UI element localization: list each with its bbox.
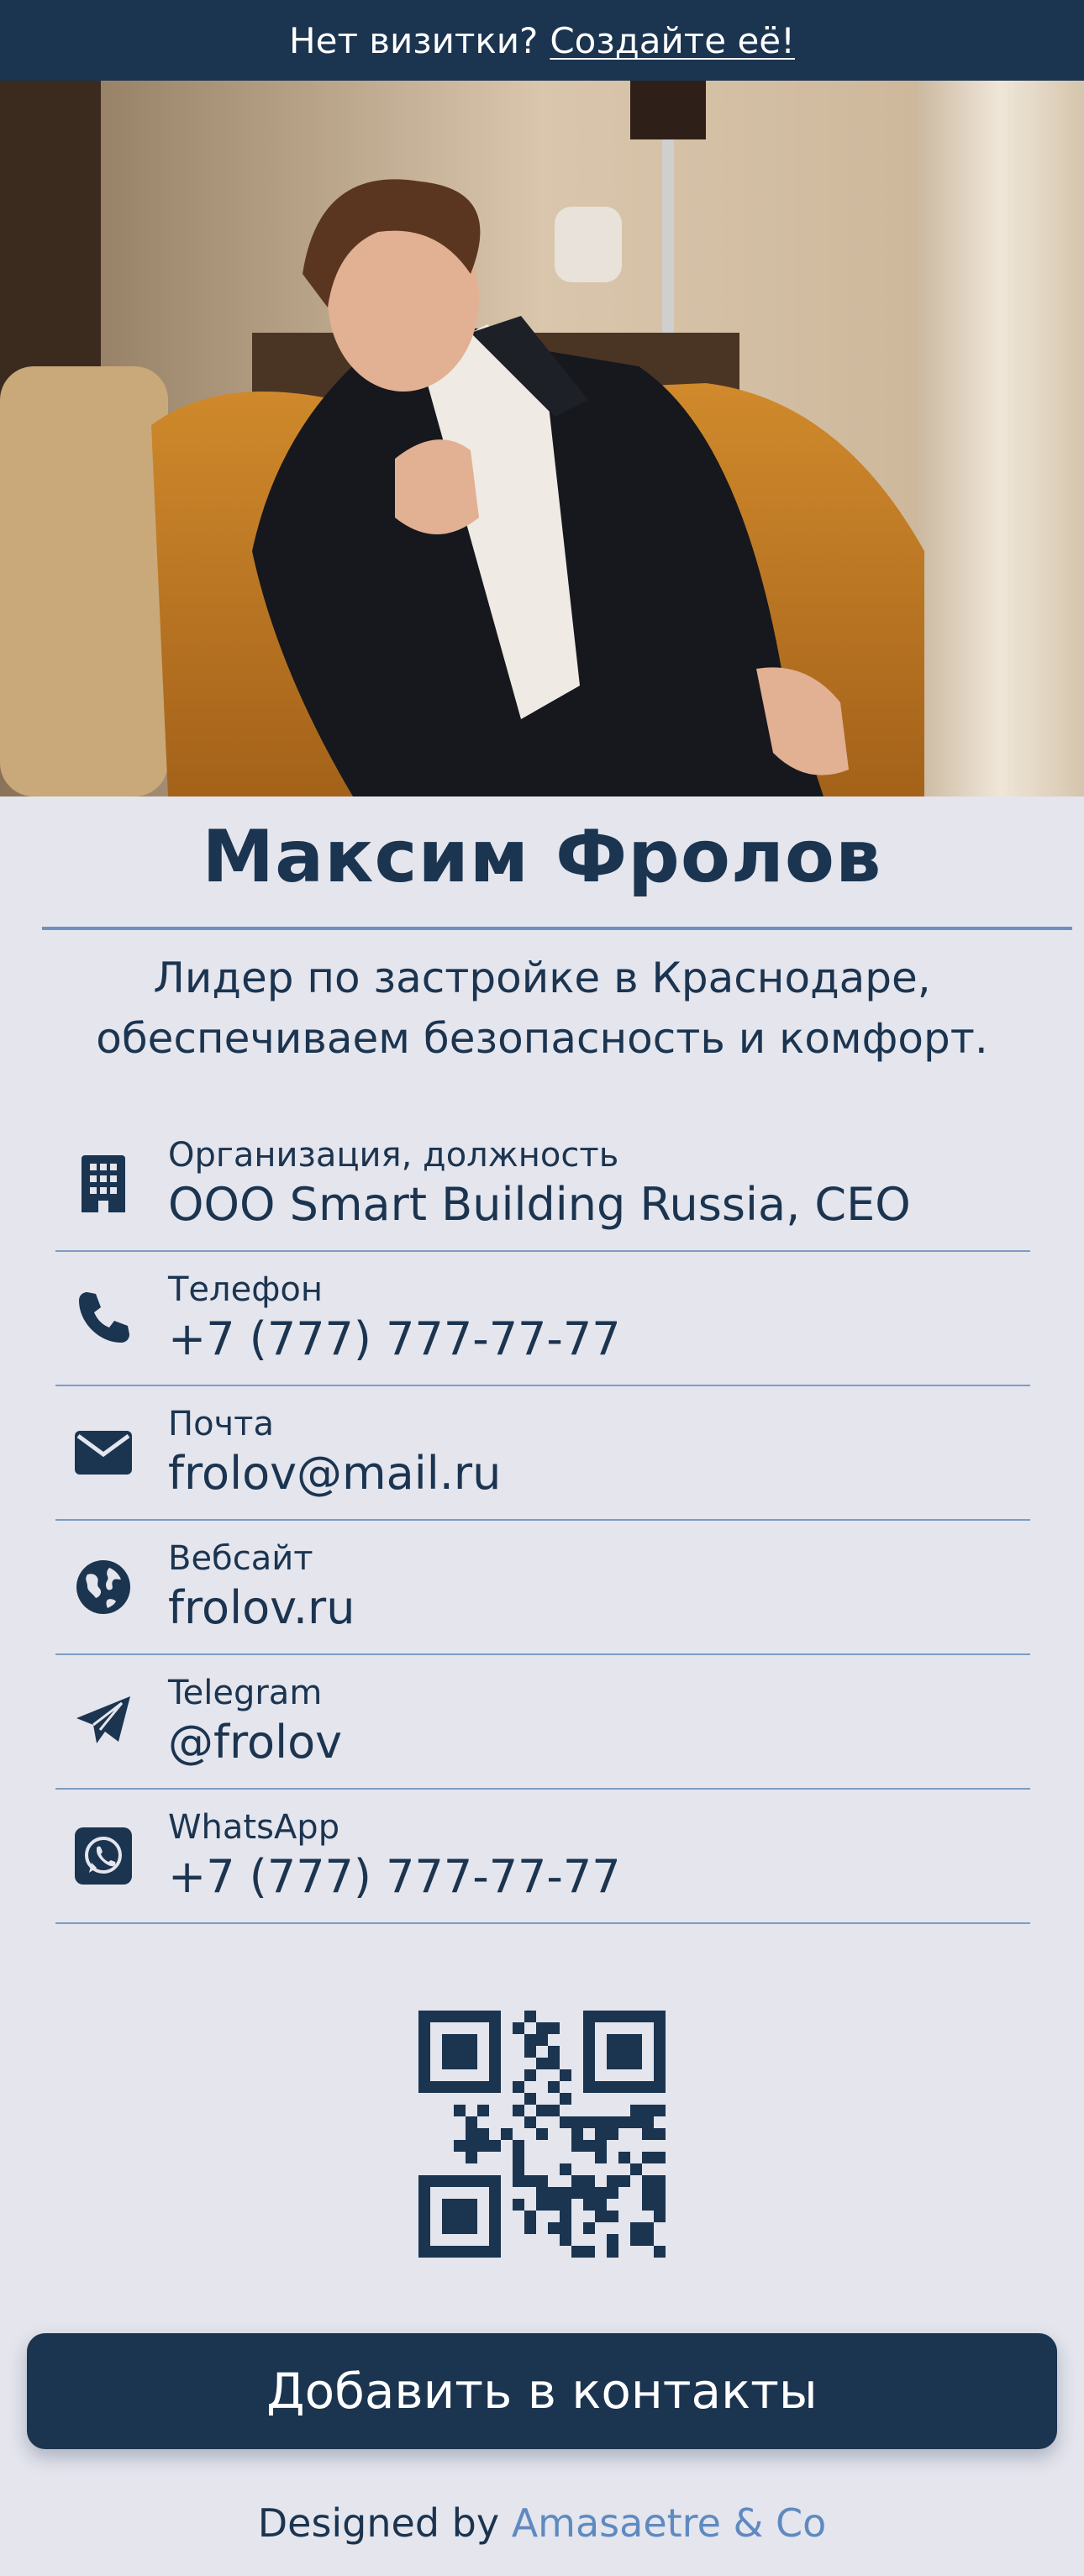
profile-tagline: Лидер по застройке в Краснодаре, обеспеч… [96,954,988,1063]
footer-brand-link[interactable]: Amasaetre & Co [512,2500,827,2546]
qr-code [418,2011,666,2258]
building-icon [74,1154,133,1213]
footer-prefix: Designed by [257,2500,500,2546]
contact-label: Telegram [168,1674,323,1712]
telegram-icon [74,1692,133,1751]
contact-value: @frolov [168,1716,343,1769]
phone-icon [74,1289,133,1348]
whatsapp-icon [74,1827,133,1885]
create-card-link[interactable]: Создайте её! [550,20,795,61]
contact-value: frolov@mail.ru [168,1447,502,1500]
add-to-contacts-button[interactable]: Добавить в контакты [27,2333,1057,2449]
promo-question: Нет визитки? [289,19,539,61]
footer-credit: Designed by Amasaetre & Co [0,2500,1084,2546]
promo-banner: Нет визитки? Создайте её! [0,0,1084,81]
contact-row-website[interactable]: Вебсайт frolov.ru [55,1521,1030,1655]
contact-label: Телефон [168,1270,324,1309]
contact-list: Организация, должность ООО Smart Buildin… [55,1117,1030,1924]
contact-label: Почта [168,1405,274,1443]
envelope-icon [74,1423,133,1482]
contact-value: +7 (777) 777-77-77 [168,1850,621,1903]
contact-value: ООО Smart Building Russia, CEO [168,1178,911,1231]
contact-row-whatsapp[interactable]: WhatsApp +7 (777) 777-77-77 [55,1790,1030,1924]
contact-row-email[interactable]: Почта frolov@mail.ru [55,1386,1030,1521]
profile-name: Максим Фролов [202,815,882,899]
contact-label: Организация, должность [168,1136,619,1175]
divider [42,927,1072,930]
profile-photo [0,81,1084,796]
contact-row-organization[interactable]: Организация, должность ООО Smart Buildin… [55,1117,1030,1252]
contact-value: frolov.ru [168,1581,355,1634]
contact-row-phone[interactable]: Телефон +7 (777) 777-77-77 [55,1252,1030,1386]
contact-label: Вебсайт [168,1539,313,1578]
globe-icon [74,1558,133,1617]
contact-label: WhatsApp [168,1808,340,1847]
contact-value: +7 (777) 777-77-77 [168,1312,621,1365]
contact-row-telegram[interactable]: Telegram @frolov [55,1655,1030,1790]
